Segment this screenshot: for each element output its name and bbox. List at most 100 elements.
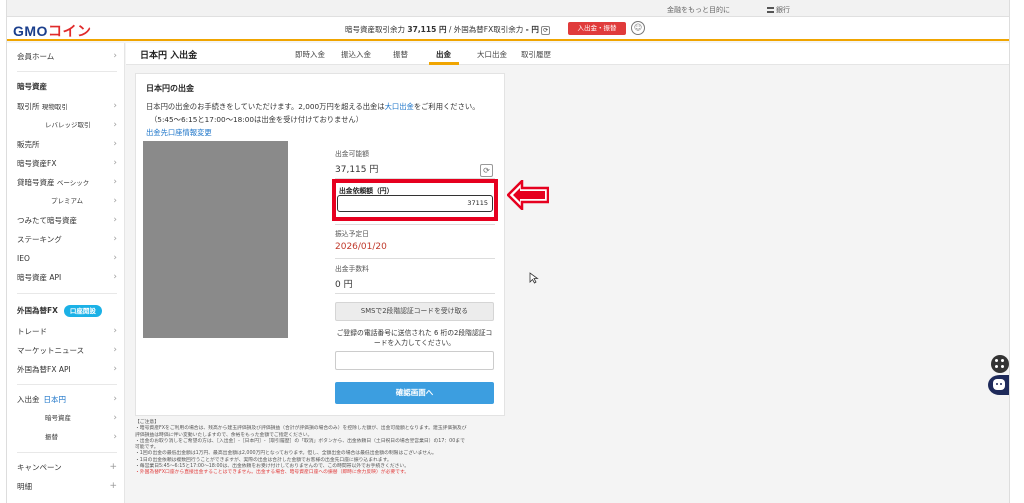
plus-icon: + bbox=[109, 462, 117, 472]
mouse-cursor-icon bbox=[529, 272, 539, 284]
page-frame: 金融をもっと目的に 銀行 GMOコイン 暗号資産取引余力 37,115 円 / … bbox=[6, 0, 1010, 503]
window-right-margin bbox=[1011, 0, 1024, 503]
chevron-right-icon: › bbox=[113, 139, 117, 149]
tab-bank-deposit[interactable]: 振込入金 bbox=[341, 49, 371, 60]
sidebar-item-tsumitate[interactable]: つみたて暗号資産 › bbox=[17, 211, 117, 230]
chevron-right-icon: › bbox=[113, 196, 117, 206]
sidebar-item-premium[interactable]: プレミアム › bbox=[51, 192, 117, 211]
sms-code-button[interactable]: SMSで2段階認証コードを受け取る bbox=[335, 302, 494, 321]
sms-note: ご登録の電話番号に送信された 6 桁の2段階認証コードを入力してください。 bbox=[336, 329, 493, 347]
sidebar-item-leverage[interactable]: レバレッジ取引 › bbox=[45, 116, 117, 135]
confirm-button[interactable]: 確認画面へ bbox=[335, 382, 494, 404]
sidebar-item-exchange[interactable]: 取引所 現物取引 › bbox=[17, 97, 117, 116]
sidebar-item-market-news[interactable]: マーケットニュース › bbox=[17, 341, 117, 360]
sidebar-item-lending[interactable]: 貸暗号資産 ベーシック › bbox=[17, 173, 117, 192]
available-label: 出金可能額 bbox=[335, 150, 369, 158]
chevron-right-icon: › bbox=[113, 364, 117, 374]
chevron-right-icon: › bbox=[113, 272, 117, 282]
sidebar-item-trade[interactable]: トレード › bbox=[17, 322, 117, 341]
divider bbox=[335, 293, 495, 294]
amount-input[interactable]: 37115 bbox=[337, 195, 493, 212]
card-title: 日本円の出金 bbox=[146, 84, 194, 93]
site-header: GMOコイン 暗号資産取引余力 37,115 円 / 外国為替FX取引余力 - … bbox=[7, 17, 1009, 41]
divider bbox=[17, 71, 117, 72]
withdraw-card: 日本円の出金 日本円の出金のお手続きをしていただけます。2,000万円を超える出… bbox=[135, 73, 505, 416]
chevron-right-icon: › bbox=[113, 432, 117, 442]
balance-info: 暗号資産取引余力 37,115 円 / 外国為替FX取引余力 - 円 ⟳ bbox=[345, 25, 551, 35]
plus-icon: + bbox=[109, 481, 117, 491]
sidebar-item-jpy: 日本円 bbox=[43, 395, 67, 404]
user-icon[interactable]: ☺ bbox=[631, 21, 645, 35]
sidebar-item-crypto-fx[interactable]: 暗号資産FX › bbox=[17, 154, 117, 173]
intro-text: 日本円の出金のお手続きをしていただけます。2,000万円を超える出金は大口出金を… bbox=[146, 102, 480, 111]
amount-label: 出金依頼額（円） bbox=[339, 187, 394, 195]
page-title: 日本円 入出金 bbox=[140, 51, 198, 61]
bank-change-link[interactable]: 出金先口座情報変更 bbox=[146, 128, 212, 138]
sidebar-item-deposit-withdraw[interactable]: 入出金 日本円 › bbox=[17, 390, 117, 409]
chevron-right-icon: › bbox=[113, 177, 117, 187]
transfer-date-label: 振込予定日 bbox=[335, 230, 369, 238]
sidebar-item-home[interactable]: 会員ホーム › bbox=[17, 47, 117, 66]
highlight-box: 出金依頼額（円） 37115 bbox=[332, 179, 498, 221]
logo[interactable]: GMOコイン bbox=[13, 21, 91, 41]
arrow-left-icon bbox=[507, 180, 549, 210]
chevron-right-icon: › bbox=[113, 326, 117, 336]
sidebar-item-dealer[interactable]: 販売所 › bbox=[17, 135, 117, 154]
menu-dots-icon[interactable] bbox=[991, 355, 1009, 373]
utility-bar: 金融をもっと目的に 銀行 bbox=[7, 0, 1009, 17]
tab-bar: 日本円 入出金 即時入金 振込入金 振替 出金 大口出金 取引履歴 bbox=[126, 43, 1009, 65]
fee-label: 出金手数料 bbox=[335, 265, 369, 273]
large-withdraw-link[interactable]: 大口出金 bbox=[385, 102, 414, 111]
chevron-right-icon: › bbox=[113, 101, 117, 111]
chevron-right-icon: › bbox=[113, 215, 117, 225]
chevron-right-icon: › bbox=[113, 413, 117, 423]
sidebar-heading-fx: 外国為替FX 口座開設 bbox=[17, 301, 117, 320]
tab-history[interactable]: 取引履歴 bbox=[521, 49, 551, 60]
available-value: 37,115 円 bbox=[335, 165, 379, 175]
divider bbox=[17, 384, 117, 385]
chevron-right-icon: › bbox=[113, 345, 117, 355]
divider bbox=[17, 452, 117, 453]
divider bbox=[335, 258, 495, 259]
tab-large-withdraw[interactable]: 大口出金 bbox=[477, 49, 507, 60]
sidebar-item-campaign[interactable]: キャンペーン + bbox=[17, 458, 117, 477]
sidebar-item-fx-api[interactable]: 外国為替FX API › bbox=[17, 360, 117, 379]
chevron-right-icon: › bbox=[113, 234, 117, 244]
sidebar-item-details[interactable]: 明細 + bbox=[17, 477, 117, 496]
chevron-right-icon: › bbox=[113, 394, 117, 404]
bank-icon bbox=[767, 7, 774, 13]
chevron-right-icon: › bbox=[113, 158, 117, 168]
chevron-right-icon: › bbox=[113, 51, 117, 61]
chevron-right-icon: › bbox=[113, 120, 117, 130]
sidebar-item-ieo[interactable]: IEO › bbox=[17, 249, 117, 268]
sidebar-item-staking[interactable]: ステーキング › bbox=[17, 230, 117, 249]
notes-line: ・出金のお取り消しをご希望の方は、［入出金］-［日本円］-［取引履歴］の「取消」… bbox=[135, 438, 465, 444]
divider bbox=[17, 293, 117, 294]
refresh-icon[interactable]: ⟳ bbox=[541, 25, 551, 35]
notes-line: ・暗号資産FXをご利用の場合は、残高から建玉評価損及び評価損益（合計が評価損の場… bbox=[135, 426, 467, 432]
tab-instant-deposit[interactable]: 即時入金 bbox=[295, 49, 325, 60]
crypto-balance: 37,115 円 bbox=[407, 25, 447, 34]
fee-value: 0 円 bbox=[335, 280, 353, 290]
tab-transfer[interactable]: 振替 bbox=[393, 49, 408, 60]
chatbot-icon[interactable] bbox=[988, 375, 1009, 395]
chevron-right-icon: › bbox=[113, 253, 117, 263]
sidebar: 会員ホーム › 暗号資産 取引所 現物取引 › レバレッジ取引 › 販売所 › 暗号資産… bbox=[7, 43, 125, 503]
utility-link[interactable]: 金融をもっと目的に bbox=[667, 5, 730, 15]
intro-hours: （5:45〜6:15と17:00〜18:00は出金を受け付けておりません） bbox=[150, 115, 364, 124]
divider bbox=[335, 224, 495, 225]
active-tab-indicator bbox=[429, 62, 459, 65]
refresh-icon[interactable]: ⟳ bbox=[480, 164, 493, 177]
sidebar-item-crypto-api[interactable]: 暗号資産 API › bbox=[17, 268, 117, 287]
notes-section: 【ご注意】 ・暗号資産FXをご利用の場合は、残高から建玉評価損及び評価損益（合計… bbox=[135, 420, 505, 477]
deposit-transfer-button[interactable]: 入出金・振替 bbox=[568, 22, 626, 35]
notes-warning: ・外国為替FX口座から直接出金することはできません。出金する場合、暗号資産口座へ… bbox=[135, 470, 410, 476]
bank-link[interactable]: 銀行 bbox=[767, 5, 790, 15]
transfer-date-value: 2026/01/20 bbox=[335, 242, 387, 252]
auth-code-input[interactable] bbox=[335, 351, 494, 370]
tab-withdraw[interactable]: 出金 bbox=[436, 49, 451, 60]
sidebar-item-transfer[interactable]: 振替 › bbox=[45, 428, 117, 447]
sidebar-heading-crypto: 暗号資産 bbox=[17, 82, 47, 91]
sidebar-item-crypto-assets[interactable]: 暗号資産 › bbox=[45, 409, 117, 428]
open-account-badge[interactable]: 口座開設 bbox=[63, 305, 102, 317]
